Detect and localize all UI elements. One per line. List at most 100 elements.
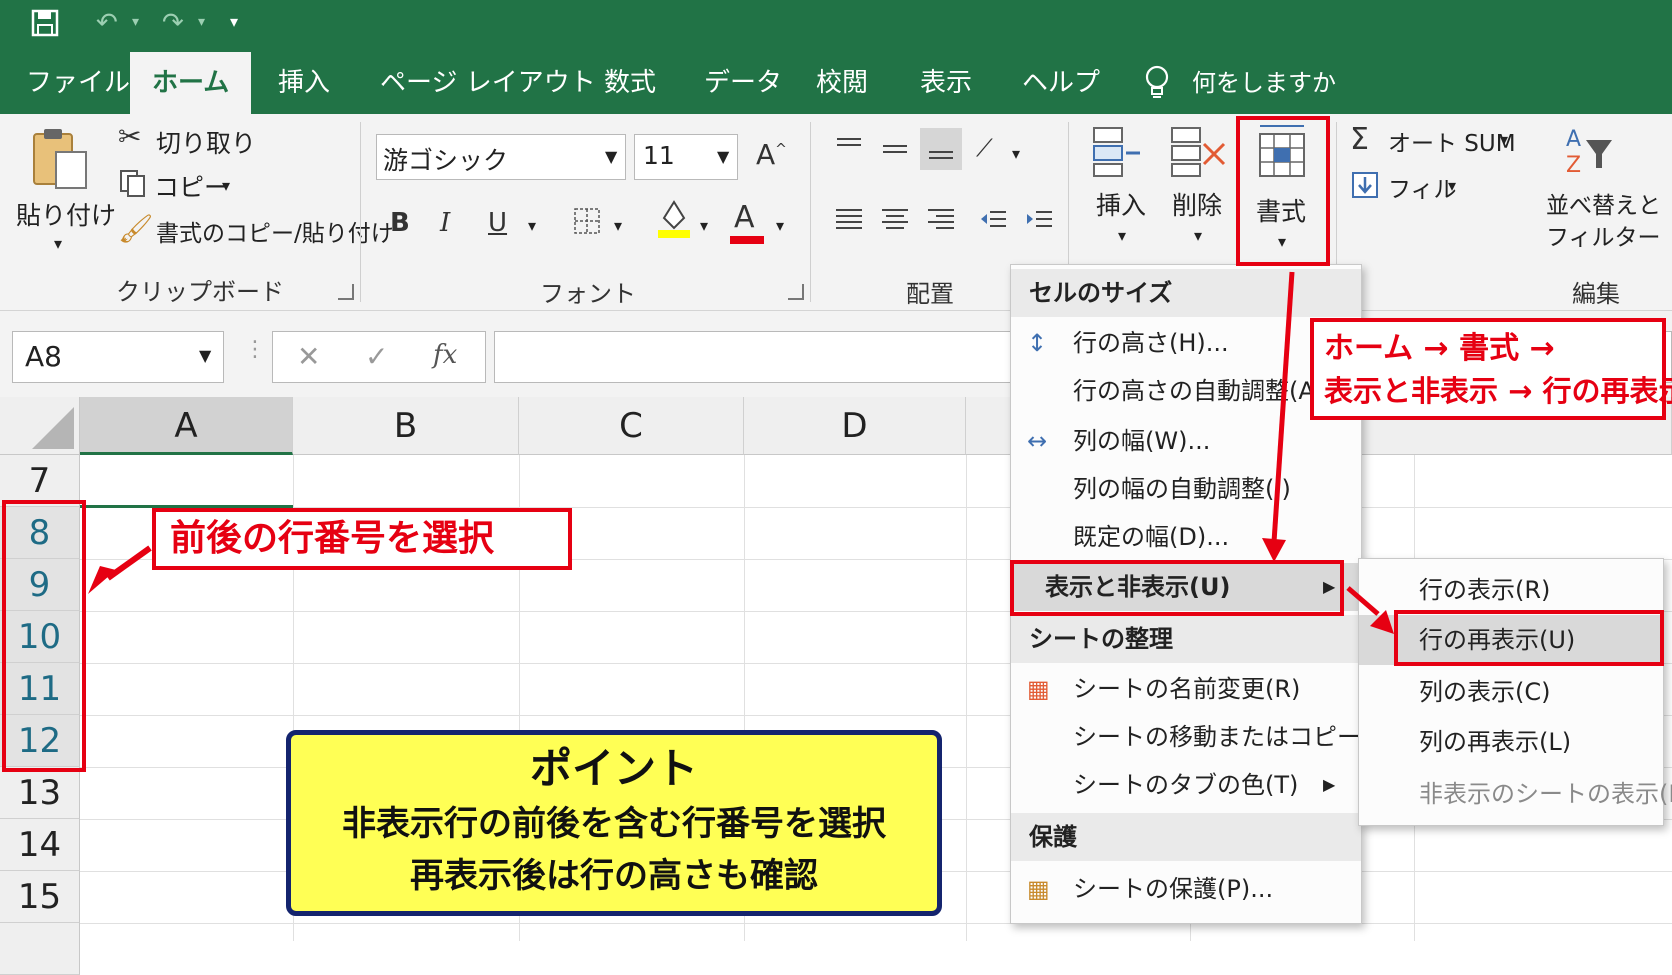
tab-file[interactable]: ファイル — [20, 52, 136, 114]
font-name-select[interactable]: 游ゴシック ▼ — [376, 134, 626, 180]
point-line1: 非表示行の前後を含む行番号を選択 — [342, 804, 886, 844]
menu-item-autofit-row[interactable]: 行の高さの自動調整(A) — [1011, 367, 1361, 415]
cancel-icon[interactable]: ✕ — [297, 340, 320, 373]
delete-cells-button[interactable]: 削除 — [1172, 186, 1222, 222]
formula-buttons: ✕ ✓ fx — [272, 331, 486, 383]
align-left-icon[interactable] — [834, 204, 864, 238]
row-header-16[interactable] — [0, 923, 80, 975]
borders-icon[interactable] — [572, 206, 602, 240]
font-size-value: 11 — [643, 141, 675, 170]
delete-cells-icon[interactable] — [1168, 124, 1230, 184]
tab-help[interactable]: ヘルプ — [1016, 52, 1106, 114]
menu-item-row-height[interactable]: ↕ 行の高さ(H)... — [1011, 319, 1361, 367]
column-header-c[interactable]: C — [519, 397, 744, 455]
underline-dropdown-icon[interactable]: ▾ — [528, 216, 536, 235]
function-icon[interactable]: fx — [433, 340, 457, 370]
autosum-icon[interactable]: Σ — [1350, 122, 1369, 157]
autosum-button[interactable]: オート SUM — [1388, 124, 1516, 158]
column-header-d[interactable]: D — [744, 397, 966, 455]
clipboard-launcher-icon[interactable] — [338, 284, 354, 300]
menu-item-move-copy[interactable]: シートの移動またはコピー(M)... — [1011, 713, 1423, 761]
redo-dropdown-icon[interactable]: ▾ — [198, 14, 205, 30]
undo-dropdown-icon[interactable]: ▾ — [132, 14, 139, 30]
tab-view[interactable]: 表示 — [914, 52, 978, 114]
copy-icon — [118, 168, 148, 202]
column-header-b[interactable]: B — [293, 397, 519, 455]
sort-filter-button-line2[interactable]: フィルター — [1546, 218, 1661, 252]
font-color-button[interactable]: A — [734, 200, 755, 235]
autosum-dropdown-icon[interactable]: ▾ — [1500, 130, 1508, 149]
underline-button[interactable]: U — [488, 208, 507, 238]
paste-dropdown-icon[interactable]: ▾ — [54, 234, 62, 253]
submenu-item-show-columns[interactable]: 列の表示(C) — [1359, 667, 1663, 717]
menu-item-protect-sheet[interactable]: ▦ シートの保護(P)... — [1011, 865, 1361, 913]
tab-review[interactable]: 校閲 — [810, 52, 874, 114]
align-right-icon[interactable] — [926, 204, 956, 238]
align-top-icon[interactable] — [834, 134, 864, 168]
menu-item-column-width[interactable]: ↔ 列の幅(W)... — [1011, 417, 1361, 465]
tell-me-search[interactable]: 何をしますか — [1186, 52, 1342, 114]
decrease-indent-icon[interactable] — [978, 204, 1008, 238]
copy-dropdown-icon[interactable]: ▾ — [222, 176, 230, 195]
insert-dropdown-icon[interactable]: ▾ — [1118, 226, 1126, 245]
save-icon[interactable] — [30, 8, 60, 45]
sort-filter-button[interactable]: 並べ替えと — [1546, 186, 1661, 220]
drag-handle-icon[interactable]: ⋮ — [244, 337, 266, 362]
copy-button[interactable]: コピー — [154, 168, 229, 204]
column-header-a[interactable]: A — [80, 397, 293, 455]
undo-icon[interactable]: ↶ — [96, 8, 118, 38]
font-size-select[interactable]: 11 ▼ — [634, 134, 738, 180]
menu-item-rename-sheet[interactable]: ▦ シートの名前変更(R) — [1011, 665, 1361, 713]
menu-item-default-width[interactable]: 既定の幅(D)... — [1011, 513, 1361, 561]
tab-formulas[interactable]: 数式 — [598, 52, 662, 114]
fill-color-icon[interactable] — [656, 196, 692, 244]
insert-cells-icon[interactable] — [1090, 124, 1150, 184]
tab-data[interactable]: データ — [698, 52, 788, 114]
tab-page-layout[interactable]: ページ レイアウト — [374, 52, 602, 114]
fill-down-icon[interactable] — [1350, 170, 1380, 204]
grid-line — [966, 455, 967, 941]
font-color-dropdown-icon[interactable]: ▾ — [776, 216, 784, 235]
align-middle-icon[interactable] — [880, 134, 910, 168]
insert-cells-button[interactable]: 挿入 — [1096, 186, 1146, 222]
customize-qat-icon[interactable]: ▾ — [230, 12, 238, 31]
name-box[interactable]: A8 ▼ — [12, 331, 224, 383]
borders-dropdown-icon[interactable]: ▾ — [614, 216, 622, 235]
tab-home[interactable]: ホーム — [130, 52, 252, 114]
row-header-15[interactable]: 15 — [0, 871, 80, 923]
italic-button[interactable]: I — [440, 208, 450, 238]
align-bottom-icon[interactable] — [920, 128, 962, 170]
increase-indent-icon[interactable] — [1024, 204, 1054, 238]
format-painter-button[interactable]: 書式のコピー/貼り付け — [156, 214, 394, 248]
tab-insert[interactable]: 挿入 — [272, 52, 336, 114]
fill-color-dropdown-icon[interactable]: ▾ — [700, 216, 708, 235]
increase-font-icon[interactable]: A^ — [756, 138, 787, 171]
submenu-item-unhide-columns[interactable]: 列の再表示(L) — [1359, 717, 1663, 767]
menu-item-label: シートの保護(P)... — [1073, 875, 1274, 903]
paste-button[interactable]: 貼り付け — [16, 196, 116, 232]
fill-button[interactable]: フィル — [1388, 170, 1457, 204]
submenu-item-unhide-sheet[interactable]: 非表示のシートの表示(H)... — [1359, 769, 1672, 819]
orientation-icon[interactable]: ⟋ — [976, 134, 993, 162]
row-header-14[interactable]: 14 — [0, 819, 80, 871]
enter-icon[interactable]: ✓ — [365, 340, 388, 373]
menu-path-line2: 表示と非表示 → 行の再表示 — [1324, 374, 1672, 408]
delete-dropdown-icon[interactable]: ▾ — [1194, 226, 1202, 245]
redo-icon[interactable]: ↷ — [162, 8, 184, 38]
orientation-dropdown-icon[interactable]: ▾ — [1012, 144, 1020, 163]
menu-item-autofit-column[interactable]: 列の幅の自動調整(I) — [1011, 465, 1361, 513]
select-all-corner[interactable] — [0, 397, 80, 455]
bold-button[interactable]: B — [390, 208, 410, 238]
fill-dropdown-icon[interactable]: ▾ — [1448, 176, 1456, 195]
submenu-item-show-rows[interactable]: 行の表示(R) — [1359, 565, 1663, 615]
sort-filter-icon[interactable]: AZ — [1562, 122, 1618, 182]
ribbon-tabs: ファイル ホーム 挿入 ページ レイアウト 数式 データ 校閲 表示 ヘルプ 何… — [0, 52, 1672, 114]
submenu-item-label: 列の再表示(L) — [1419, 728, 1572, 756]
font-launcher-icon[interactable] — [788, 284, 804, 300]
cut-button[interactable]: 切り取り — [156, 124, 256, 160]
menu-item-label: 行の高さの自動調整(A) — [1073, 377, 1325, 405]
row-header-13[interactable]: 13 — [0, 767, 80, 819]
paste-icon[interactable] — [30, 126, 90, 196]
align-center-icon[interactable] — [880, 204, 910, 238]
menu-item-tab-color[interactable]: シートのタブの色(T) ▶ — [1011, 761, 1361, 809]
